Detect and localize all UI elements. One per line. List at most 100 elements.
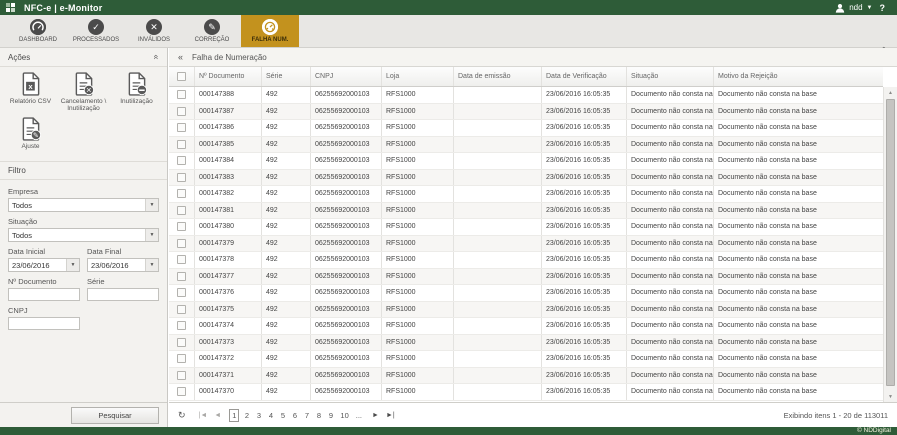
inutilizacao-button[interactable]: Inutilização [110,72,163,112]
table-row[interactable]: 00014737349206255692000103RFS100023/06/2… [169,335,883,352]
chevron-down-icon[interactable]: ▼ [145,229,158,241]
empresa-select[interactable]: Todos ▼ [8,198,159,212]
row-checkbox[interactable] [177,272,186,281]
relatorio-csv-button[interactable]: x Relatório CSV [4,72,57,112]
row-checkbox[interactable] [177,222,186,231]
pesquisar-button[interactable]: Pesquisar [71,407,159,424]
table-row[interactable]: 00014738349206255692000103RFS100023/06/2… [169,170,883,187]
select-all-checkbox[interactable] [177,72,186,81]
column-header[interactable]: CNPJ [311,67,382,86]
table-cell: 23/06/2016 16:05:35 [542,285,627,301]
table-row[interactable]: 00014738549206255692000103RFS100023/06/2… [169,137,883,154]
page-button[interactable]: 2 [242,410,251,421]
column-header[interactable]: Série [262,67,311,86]
row-checkbox[interactable] [177,189,186,198]
first-page-icon[interactable]: |◄ [197,412,210,419]
data-final-picker[interactable]: 23/06/2016 ▼ [87,258,159,272]
column-header[interactable]: Loja [382,67,454,86]
cnpj-input[interactable] [8,317,80,330]
table-cell [454,203,542,219]
table-row[interactable]: 00014738749206255692000103RFS100023/06/2… [169,104,883,121]
table-row[interactable]: 00014737849206255692000103RFS100023/06/2… [169,252,883,269]
scroll-down-icon[interactable]: ▼ [884,391,897,402]
page-button[interactable]: 9 [326,410,335,421]
row-checkbox[interactable] [177,156,186,165]
row-checkbox[interactable] [177,239,186,248]
row-checkbox[interactable] [177,354,186,363]
row-checkbox[interactable] [177,387,186,396]
table-row[interactable]: 00014737149206255692000103RFS100023/06/2… [169,368,883,385]
last-page-icon[interactable]: ►| [384,412,397,419]
refresh-icon[interactable]: ↻ [178,410,186,421]
table-row[interactable]: 00014738849206255692000103RFS100023/06/2… [169,87,883,104]
collapse-sidebar-icon[interactable]: « [178,52,183,62]
row-checkbox[interactable] [177,107,186,116]
row-checkbox[interactable] [177,173,186,182]
cancelamento-inutilizacao-button[interactable]: ✕ Cancelamento \ Inutilização [57,72,110,112]
row-checkbox[interactable] [177,321,186,330]
row-checkbox[interactable] [177,255,186,264]
ajuste-button[interactable]: ✎ Ajuste [4,117,57,150]
row-checkbox[interactable] [177,90,186,99]
page-button[interactable]: 1 [229,409,239,422]
scroll-up-icon[interactable]: ▲ [884,87,897,98]
table-row[interactable]: 00014738149206255692000103RFS100023/06/2… [169,203,883,220]
row-checkbox[interactable] [177,288,186,297]
next-page-icon[interactable]: ► [370,412,381,419]
page-button[interactable]: 7 [302,410,311,421]
table-row[interactable]: 00014737249206255692000103RFS100023/06/2… [169,351,883,368]
table-row[interactable]: 00014738249206255692000103RFS100023/06/2… [169,186,883,203]
page-button[interactable]: 5 [278,410,287,421]
tab-dashboard[interactable]: DASHBOARD [9,15,67,47]
page-button[interactable]: 10 [338,410,350,421]
page-button[interactable]: 8 [314,410,323,421]
table-row[interactable]: 00014738049206255692000103RFS100023/06/2… [169,219,883,236]
table-row[interactable]: 00014738649206255692000103RFS100023/06/2… [169,120,883,137]
table-row[interactable]: 00014737449206255692000103RFS100023/06/2… [169,318,883,335]
column-header[interactable]: Motivo da Rejeição [714,67,883,86]
table-row[interactable]: 00014738449206255692000103RFS100023/06/2… [169,153,883,170]
situacao-select[interactable]: Todos ▼ [8,228,159,242]
page-button[interactable]: 6 [290,410,299,421]
chevron-down-icon[interactable]: ▼ [145,259,158,271]
row-checkbox[interactable] [177,371,186,380]
vertical-scrollbar[interactable]: ▲ ▼ [883,87,897,402]
table-row[interactable]: 00014737049206255692000103RFS100023/06/2… [169,384,883,401]
column-header[interactable]: Nº Documento [195,67,262,86]
collapse-actions-button[interactable]: « [154,52,159,62]
tab-processados[interactable]: ✓ PROCESSADOS [67,15,125,47]
page-button[interactable]: 4 [266,410,275,421]
scrollbar-thumb[interactable] [886,99,895,386]
row-checkbox[interactable] [177,123,186,132]
app-window: NFC-e | e-Monitor ndd ▼ ? DASHBOARD ✓ PR… [0,0,897,435]
table-cell: 000147372 [195,351,262,367]
data-final-value: 23/06/2016 [91,261,129,270]
chevron-down-icon[interactable]: ▼ [66,259,79,271]
num-documento-input[interactable] [8,288,80,301]
table-cell: Documento não consta na base [714,170,883,186]
table-row[interactable]: 00014737749206255692000103RFS100023/06/2… [169,269,883,286]
row-checkbox[interactable] [177,206,186,215]
data-inicial-picker[interactable]: 23/06/2016 ▼ [8,258,80,272]
column-header[interactable]: Data de emissão [454,67,542,86]
column-header[interactable]: Situação [627,67,714,86]
tab-invalidos[interactable]: ✕ INVÁLIDOS [125,15,183,47]
column-header[interactable]: Data de Verificação [542,67,627,86]
help-button[interactable]: ? [880,3,886,13]
tab-falha-num[interactable]: FALHA NUM. [241,15,299,47]
prev-page-icon[interactable]: ◄ [212,412,223,419]
user-menu[interactable]: ndd ▼ [835,3,872,13]
tab-correcao[interactable]: ✎ CORREÇÃO [183,15,241,47]
table-cell: 492 [262,252,311,268]
table-row[interactable]: 00014737949206255692000103RFS100023/06/2… [169,236,883,253]
row-checkbox[interactable] [177,140,186,149]
chevron-down-icon[interactable]: ▼ [145,199,158,211]
svg-text:✕: ✕ [85,87,91,95]
row-checkbox[interactable] [177,338,186,347]
table-cell: Documento não consta na base [714,203,883,219]
serie-input[interactable] [87,288,159,301]
page-button[interactable]: 3 [254,410,263,421]
table-row[interactable]: 00014737649206255692000103RFS100023/06/2… [169,285,883,302]
table-row[interactable]: 00014737549206255692000103RFS100023/06/2… [169,302,883,319]
row-checkbox[interactable] [177,305,186,314]
